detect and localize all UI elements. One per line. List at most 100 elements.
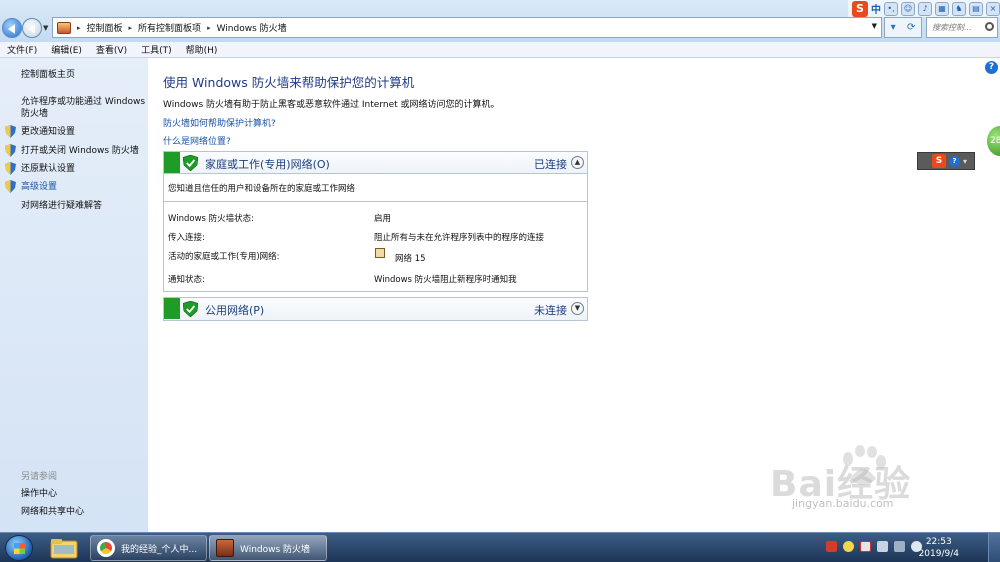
shield-check-icon: [183, 301, 198, 317]
firewall-icon: [216, 539, 234, 557]
firewall-state-label: Windows 防火墙状态:: [168, 214, 255, 224]
menu-view[interactable]: 查看(V): [96, 43, 127, 56]
notification-state-label: 通知状态:: [168, 275, 205, 285]
incoming-connections-value: 阻止所有与未在允许程序列表中的程序的连接: [374, 233, 545, 243]
sidebar: 控制面板主页 允许程序或功能通过 Windows 防火墙 更改通知设置 打开或关…: [0, 58, 148, 532]
menu-bar: 文件(F) 编辑(E) 查看(V) 工具(T) 帮助(H): [0, 42, 1000, 58]
ime-toolbar: S 中 •, ☺ ♪ ▦ ♞ ▤ ×: [848, 0, 1000, 17]
breadcrumb-separator-icon[interactable]: ▸: [129, 24, 133, 32]
clock-date: 2019/9/4: [918, 549, 959, 559]
breadcrumb-separator-icon[interactable]: ▸: [77, 24, 81, 32]
public-network-status: 未连接: [534, 304, 567, 317]
clock[interactable]: 22:53 2019/9/4: [919, 536, 959, 560]
menu-file[interactable]: 文件(F): [7, 43, 37, 56]
help-icon[interactable]: ?: [949, 155, 960, 167]
sidebar-turn-firewall-on-off[interactable]: 打开或关闭 Windows 防火墙: [21, 145, 139, 157]
forward-button[interactable]: [22, 18, 42, 38]
sidebar-allow-programs-line2[interactable]: 防火墙: [21, 108, 48, 120]
home-network-header[interactable]: 家庭或工作(专用)网络(O) 已连接 ▲: [164, 152, 587, 174]
refresh-icon[interactable]: ⟳: [907, 22, 915, 33]
home-network-panel: 家庭或工作(专用)网络(O) 已连接 ▲ 您知道且信任的用户和设备所在的家庭或工…: [163, 151, 588, 292]
explorer-folder-icon[interactable]: [49, 536, 79, 560]
menu-tools[interactable]: 工具(T): [141, 43, 172, 56]
pen-icon[interactable]: [826, 541, 837, 552]
microphone-icon[interactable]: ♪: [918, 1, 932, 16]
search-placeholder: 搜索控制...: [932, 23, 972, 32]
sogou-logo-icon[interactable]: S: [932, 154, 946, 168]
search-input[interactable]: 搜索控制...: [926, 17, 998, 38]
address-bar: ▼ ▸ 控制面板 ▸ 所有控制面板项 ▸ Windows 防火墙 ▼ ▾ ⟳ 搜…: [0, 0, 1000, 42]
refresh-button[interactable]: ▾ ⟳: [884, 17, 922, 38]
home-network-description: 您知道且信任的用户和设备所在的家庭或工作网络: [168, 184, 356, 194]
menu-edit[interactable]: 编辑(E): [51, 43, 82, 56]
uac-shield-icon: [5, 125, 16, 138]
sidebar-troubleshoot[interactable]: 对网络进行疑难解答: [21, 200, 102, 212]
collapse-chevron-up-icon[interactable]: ▲: [571, 156, 584, 169]
chrome-icon: [97, 539, 115, 557]
system-tray: [826, 541, 922, 552]
breadcrumb-separator-icon[interactable]: ▸: [207, 24, 211, 32]
active-networks-label: 活动的家庭或工作(专用)网络:: [168, 252, 280, 262]
expand-chevron-down-icon[interactable]: ▼: [571, 302, 584, 315]
incoming-connections-label: 传入连接:: [168, 233, 205, 243]
home-network-icon: [375, 248, 385, 258]
control-panel-icon: [57, 21, 71, 34]
public-network-header[interactable]: 公用网络(P) 未连接 ▼: [164, 298, 587, 320]
sidebar-change-notifications[interactable]: 更改通知设置: [21, 126, 75, 138]
help-icon[interactable]: ?: [985, 61, 998, 74]
breadcrumb-all-items[interactable]: 所有控制面板项: [138, 21, 201, 34]
public-network-panel: 公用网络(P) 未连接 ▼: [163, 297, 588, 321]
sidebar-control-panel-home[interactable]: 控制面板主页: [21, 69, 75, 81]
public-network-name: 公用网络(P): [205, 304, 265, 317]
firewall-help-link[interactable]: 防火墙如何帮助保护计算机?: [163, 116, 276, 129]
taskbar-item-chrome[interactable]: 我的经验_个人中...: [90, 535, 207, 561]
shield-check-icon: [183, 155, 198, 171]
network-location-link[interactable]: 什么是网络位置?: [163, 134, 231, 147]
skin-icon[interactable]: ♞: [952, 1, 966, 16]
printer-icon[interactable]: [877, 541, 888, 552]
active-networks-value: 网络 15: [395, 254, 426, 264]
address-field[interactable]: ▸ 控制面板 ▸ 所有控制面板项 ▸ Windows 防火墙 ▼: [52, 17, 882, 38]
sidebar-action-center[interactable]: 操作中心: [21, 488, 57, 500]
back-button[interactable]: [2, 18, 22, 38]
search-icon[interactable]: [985, 22, 994, 31]
emoji-icon[interactable]: ☺: [901, 1, 915, 16]
recent-pages-chevron-icon[interactable]: ▼: [43, 24, 48, 32]
security-icon[interactable]: [843, 541, 854, 552]
taskbar-item-firewall[interactable]: Windows 防火墙: [209, 535, 327, 561]
uac-shield-icon: [5, 162, 16, 175]
sidebar-advanced-settings[interactable]: 高级设置: [21, 181, 57, 193]
menu-chevron-icon[interactable]: ▾: [963, 157, 967, 166]
sidebar-network-sharing-center[interactable]: 网络和共享中心: [21, 506, 84, 518]
network-icon[interactable]: [894, 541, 905, 552]
toolbox-icon[interactable]: ▤: [969, 1, 983, 16]
home-network-status: 已连接: [534, 158, 567, 171]
taskbar-item-firewall-label: Windows 防火墙: [240, 544, 311, 555]
status-bar-green: [164, 152, 180, 173]
uac-shield-icon: [5, 144, 16, 157]
uac-shield-icon: [5, 180, 16, 193]
breadcrumb-control-panel[interactable]: 控制面板: [87, 21, 123, 34]
address-dropdown-icon[interactable]: ▼: [872, 22, 877, 30]
sogou-logo-icon[interactable]: S: [852, 0, 868, 17]
sidebar-allow-programs[interactable]: 允许程序或功能通过 Windows: [21, 96, 145, 108]
page-description: Windows 防火墙有助于防止黑客或恶意软件通过 Internet 或网络访问…: [163, 100, 500, 110]
start-button[interactable]: [5, 535, 33, 561]
close-icon[interactable]: ×: [986, 1, 1000, 16]
show-desktop-button[interactable]: [988, 533, 1000, 562]
punctuation-icon[interactable]: •,: [884, 1, 898, 16]
history-dropdown-icon[interactable]: ▾: [891, 22, 896, 33]
flag-icon[interactable]: [860, 541, 871, 552]
ime-mode-label[interactable]: 中: [871, 1, 881, 16]
sidebar-restore-defaults[interactable]: 还原默认设置: [21, 163, 75, 175]
breadcrumb-firewall[interactable]: Windows 防火墙: [217, 21, 287, 34]
clock-time: 22:53: [925, 537, 952, 547]
taskbar-item-chrome-label: 我的经验_个人中...: [121, 544, 198, 555]
menu-help[interactable]: 帮助(H): [186, 43, 218, 56]
status-bar-green: [164, 298, 180, 319]
home-network-name: 家庭或工作(专用)网络(O): [205, 158, 330, 171]
keyboard-icon[interactable]: ▦: [935, 1, 949, 16]
floating-ime-toolbar: S ? ▾: [917, 152, 975, 170]
see-also-heading: 另请参阅: [21, 472, 58, 482]
taskbar: 我的经验_个人中... Windows 防火墙 22:53 2019/9/4: [0, 532, 1000, 562]
